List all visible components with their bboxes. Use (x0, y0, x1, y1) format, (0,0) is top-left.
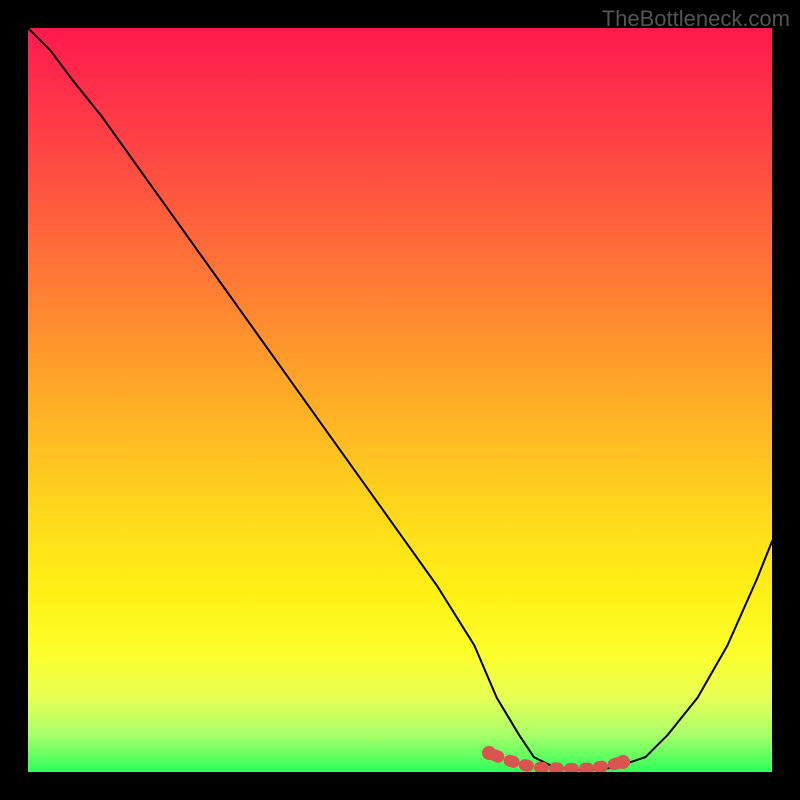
curve-line (28, 28, 772, 770)
highlight-segment (578, 762, 593, 772)
highlight-segment (564, 763, 579, 772)
chart-curve-svg (28, 28, 772, 772)
highlight-segment (548, 762, 563, 772)
highlight-dot (616, 755, 630, 769)
watermark-text: TheBottleneck.com (602, 6, 790, 32)
chart-container (28, 28, 772, 772)
highlight-segment (533, 761, 549, 772)
